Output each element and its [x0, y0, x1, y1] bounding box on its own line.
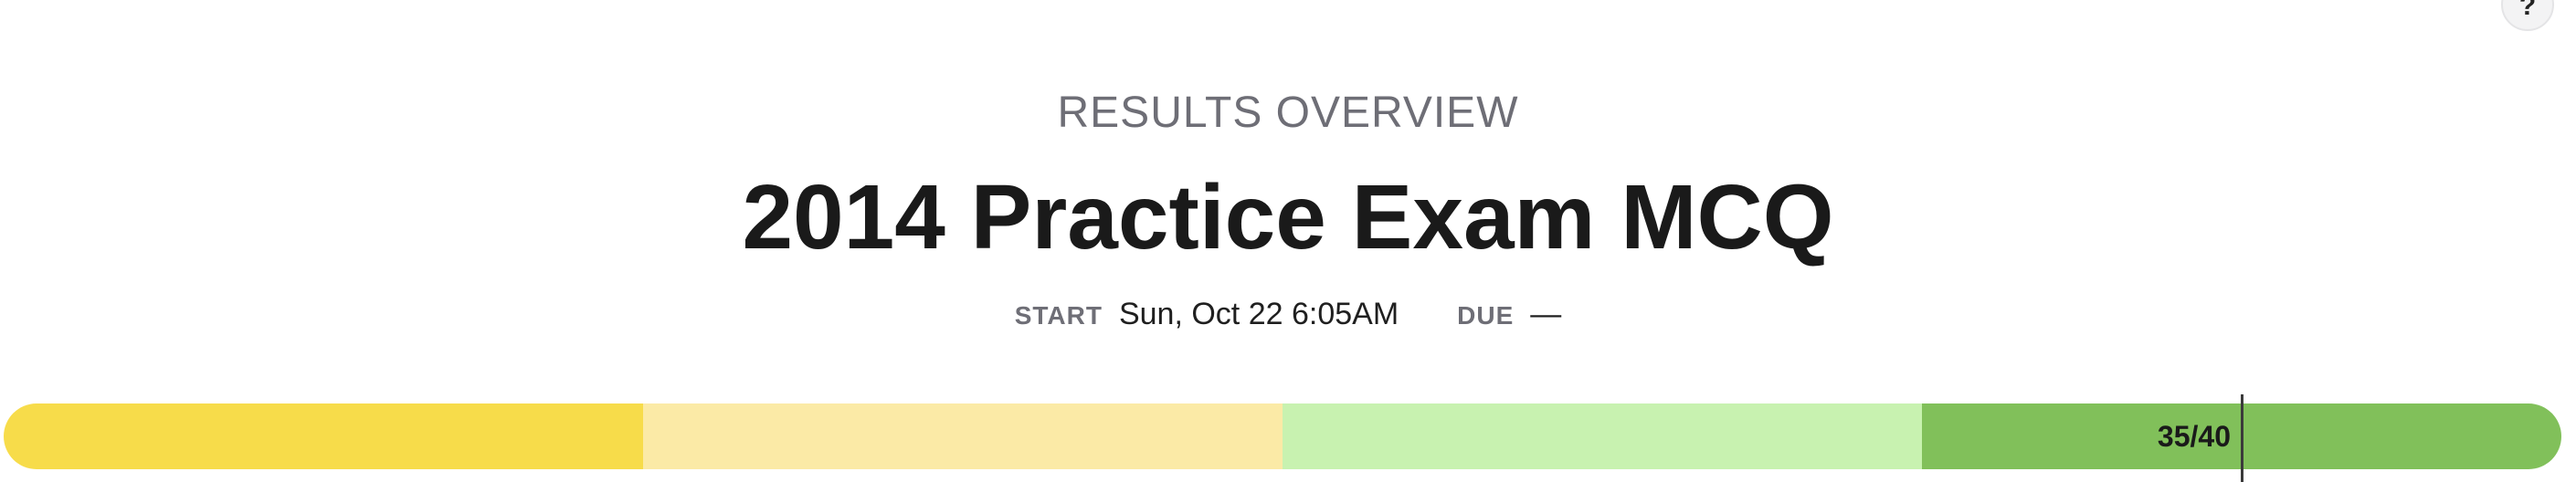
score-bar-segment-2 — [643, 403, 1283, 469]
question-mark-icon: ? — [2518, 0, 2537, 21]
start-label: START — [1014, 301, 1103, 330]
due-label: DUE — [1457, 301, 1515, 330]
page-eyebrow: RESULTS OVERVIEW — [1057, 89, 1519, 137]
exam-meta: START Sun, Oct 22 6:05AM DUE — — [0, 294, 2576, 336]
due-value: — — [1530, 297, 1562, 331]
results-overview-page: ? RESULTS OVERVIEW 2014 Practice Exam MC… — [0, 0, 2576, 482]
help-button[interactable]: ? — [2501, 0, 2554, 31]
score-label: 35/40 — [2157, 420, 2231, 453]
score-bar-segment-1 — [4, 403, 643, 469]
page-title: 2014 Practice Exam MCQ — [742, 166, 1834, 268]
score-bar-segment-3 — [1283, 403, 1922, 469]
start-value: Sun, Oct 22 6:05AM — [1118, 297, 1399, 331]
